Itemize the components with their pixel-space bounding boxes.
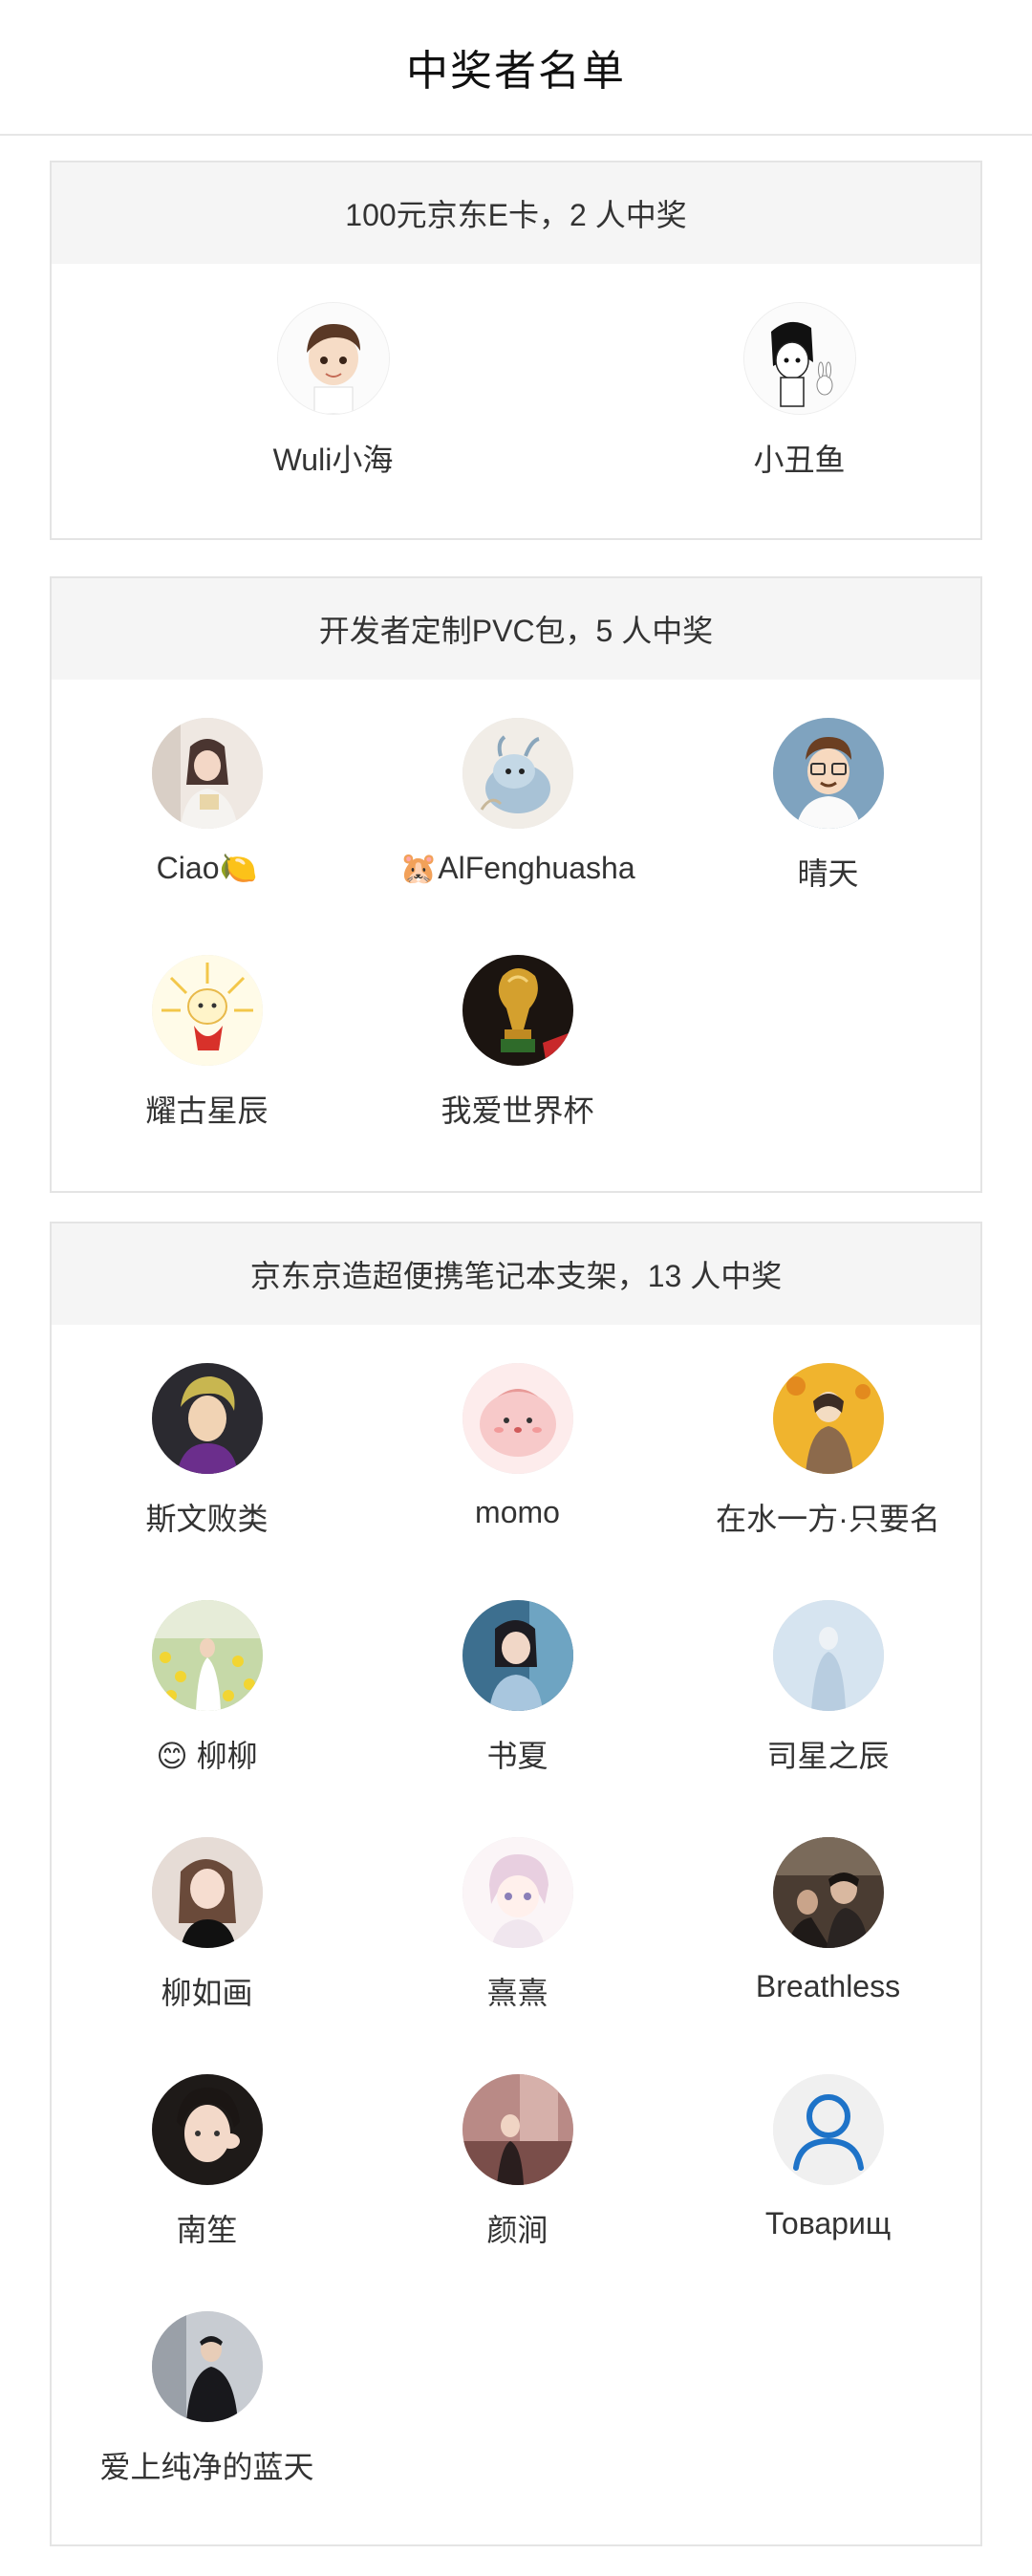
prize-heading: 100元京东E卡，2 人中奖 <box>52 162 980 264</box>
flower-field-avatar <box>151 1600 263 1711</box>
anime-figure-yellow-avatar <box>772 1363 884 1474</box>
dragon-avatar <box>462 718 573 829</box>
trophy-avatar <box>462 955 573 1066</box>
winner-item[interactable]: Breathless <box>673 1837 983 2004</box>
winner-item[interactable]: 晴天 <box>673 718 983 894</box>
winner-item[interactable]: 南笙 <box>52 2074 362 2250</box>
prize-card: 开发者定制PVC包，5 人中奖 Ciao🍋 🐹AlFenghuasha 晴天 耀… <box>50 576 982 1193</box>
winner-item[interactable]: momo <box>362 1363 673 1530</box>
top-bar: 中奖者名单 <box>0 0 1032 136</box>
winner-name: Ciao🍋 <box>156 851 258 885</box>
sun-character-avatar <box>151 955 263 1066</box>
girl-selfie-avatar <box>151 2074 263 2185</box>
anime-man-avatar <box>151 1363 263 1474</box>
street-photo-avatar <box>462 2074 573 2185</box>
group-photo-avatar <box>772 1837 884 1948</box>
winner-name: 熹熹 <box>486 1976 548 2010</box>
winner-name: 书夏 <box>486 1739 548 1773</box>
winner-name: 柳如画 <box>161 1976 253 2010</box>
winner-name: 小丑鱼 <box>753 443 846 477</box>
winner-item[interactable]: 颜涧 <box>362 2074 673 2250</box>
illustrated-girl-avatar <box>462 1600 573 1711</box>
winner-name: 南笙 <box>176 2213 238 2247</box>
winner-item[interactable]: 😊 柳柳 <box>52 1600 362 1776</box>
winner-name: 爱上纯净的蓝天 <box>99 2450 314 2484</box>
prize-heading: 开发者定制PVC包，5 人中奖 <box>52 578 980 680</box>
anime-chibi-avatar <box>462 1837 573 1948</box>
winner-name: momo <box>475 1495 560 1529</box>
winner-name: Товарищ <box>764 2206 892 2240</box>
winner-item[interactable]: 熹熹 <box>362 1837 673 2013</box>
girl-photo-avatar <box>151 1837 263 1948</box>
winner-name: 颜涧 <box>486 2213 548 2247</box>
winner-item[interactable]: 耀古星辰 <box>52 955 362 1131</box>
prize-card: 京东京造超便携笔记本支架，13 人中奖 斯文败类 momo 在水一方·只要名 😊… <box>50 1222 982 2546</box>
prize-heading: 京东京造超便携笔记本支架，13 人中奖 <box>52 1223 980 1325</box>
man-in-black-avatar <box>151 2311 263 2422</box>
prize-card: 100元京东E卡，2 人中奖 Wuli小海 小丑鱼 <box>50 161 982 540</box>
winner-item[interactable]: 柳如画 <box>52 1837 362 2013</box>
winner-name: Breathless <box>755 1969 901 2003</box>
winner-item[interactable]: 我爱世界杯 <box>362 955 673 1131</box>
winner-item[interactable]: 司星之辰 <box>673 1600 983 1776</box>
winner-item[interactable]: 爱上纯净的蓝天 <box>52 2311 362 2487</box>
cartoon-girl-bunny-avatar <box>742 302 856 415</box>
winner-name: 🐹AlFenghuasha <box>399 851 635 885</box>
glasses-boy-avatar <box>772 718 884 829</box>
winner-name: 司星之辰 <box>766 1739 890 1773</box>
winner-item[interactable]: Ciao🍋 <box>52 718 362 886</box>
winner-item[interactable]: 书夏 <box>362 1600 673 1776</box>
misty-figure-avatar <box>772 1600 884 1711</box>
winner-name: 在水一方·只要名 <box>716 1502 940 1536</box>
winner-item[interactable]: Wuli小海 <box>178 302 488 480</box>
winner-name: 😊 柳柳 <box>156 1739 258 1773</box>
winner-name: 斯文败类 <box>145 1502 269 1536</box>
cartoon-boy-avatar <box>276 302 390 415</box>
pink-blob-avatar <box>462 1363 573 1474</box>
winner-item[interactable]: 🐹AlFenghuasha <box>362 718 673 886</box>
winner-name: Wuli小海 <box>272 443 394 477</box>
default-user-avatar <box>772 2074 884 2185</box>
winner-item[interactable]: 斯文败类 <box>52 1363 362 1539</box>
winner-name: 耀古星辰 <box>145 1093 269 1128</box>
winner-name: 晴天 <box>797 856 859 891</box>
winner-name: 我爱世界杯 <box>441 1093 594 1128</box>
winner-item[interactable]: Товарищ <box>673 2074 983 2241</box>
woman-photo-avatar <box>151 718 263 829</box>
page-title: 中奖者名单 <box>406 48 626 95</box>
winner-item[interactable]: 在水一方·只要名 <box>673 1363 983 1539</box>
winner-item[interactable]: 小丑鱼 <box>644 302 955 480</box>
